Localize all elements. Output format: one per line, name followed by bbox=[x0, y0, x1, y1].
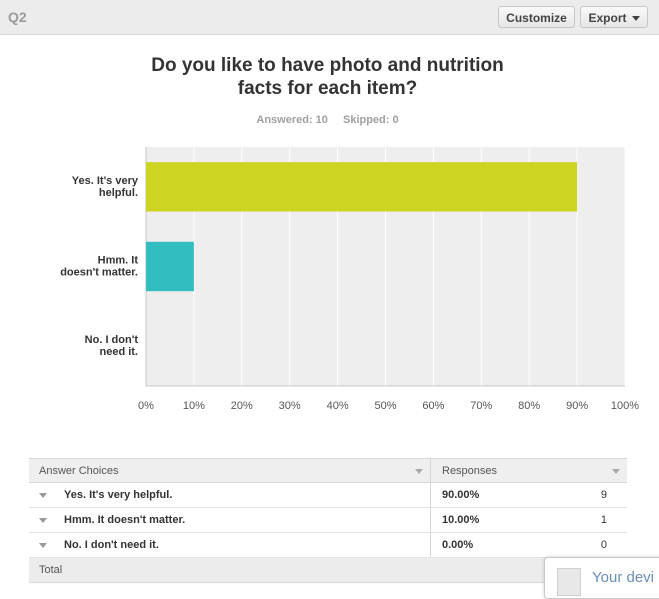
category-label-line: need it. bbox=[99, 346, 138, 358]
table-row: No. I don't need it. 0.00% 0 bbox=[29, 533, 627, 558]
response-cell: 0.00% 0 bbox=[432, 533, 627, 557]
answer-choices-header[interactable]: Answer Choices bbox=[29, 459, 431, 482]
x-tick-label: 100% bbox=[611, 400, 639, 412]
bar-chart: 0% 10% 20% 30% 40% 50% 60% 70% 80% 90% 100% Yes. It… bbox=[60, 147, 639, 412]
sort-icon[interactable] bbox=[612, 469, 620, 474]
table-total-row: Total 10 bbox=[29, 558, 627, 583]
x-tick-label: 80% bbox=[518, 400, 540, 412]
choice-cell: Yes. It's very helpful. bbox=[29, 483, 431, 507]
choice-cell: Hmm. It doesn't matter. bbox=[29, 508, 431, 532]
category-label-line: No. I don't bbox=[85, 334, 139, 346]
response-percent: 10.00% bbox=[442, 514, 480, 526]
export-label: Export bbox=[588, 11, 627, 25]
chevron-down-icon[interactable] bbox=[39, 493, 47, 498]
table-header: Answer Choices Responses bbox=[29, 458, 627, 483]
question-toolbar: Q2 Customize Export bbox=[0, 0, 659, 35]
notification-text: Your devi bbox=[592, 569, 654, 586]
x-tick-label: 10% bbox=[183, 400, 205, 412]
category-label-line: Hmm. It bbox=[98, 255, 139, 267]
responses-table: Answer Choices Responses Yes. It's very … bbox=[29, 458, 627, 583]
chart-title-line: facts for each item? bbox=[237, 78, 418, 99]
device-icon bbox=[557, 568, 581, 596]
total-label: Total bbox=[39, 564, 63, 576]
x-tick-label: 20% bbox=[231, 400, 253, 412]
x-tick-label: 30% bbox=[279, 400, 301, 412]
chevron-down-icon bbox=[631, 16, 640, 22]
answered-count: Answered: 10 bbox=[256, 114, 328, 126]
response-cell: 90.00% 9 bbox=[432, 483, 627, 507]
bar bbox=[146, 241, 194, 292]
export-button[interactable]: Export bbox=[580, 6, 648, 28]
category-label-line: doesn't matter. bbox=[60, 267, 138, 279]
choice-label: Hmm. It doesn't matter. bbox=[64, 514, 186, 526]
responses-header[interactable]: Responses bbox=[432, 459, 627, 482]
chart-title: Do you like to have photo and nutrition f… bbox=[0, 54, 655, 100]
choice-label: No. I don't need it. bbox=[64, 539, 159, 551]
question-number: Q2 bbox=[8, 9, 27, 25]
x-tick-label: 60% bbox=[422, 400, 444, 412]
table-row: Yes. It's very helpful. 90.00% 9 bbox=[29, 483, 627, 508]
x-tick-label: 70% bbox=[470, 400, 492, 412]
category-label: Yes. It's very helpful. bbox=[72, 175, 139, 199]
response-count: 0 bbox=[600, 539, 607, 551]
x-tick-label: 50% bbox=[374, 400, 396, 412]
category-label-line: helpful. bbox=[99, 187, 138, 199]
x-tick-label: 0% bbox=[138, 400, 154, 412]
response-percent: 90.00% bbox=[442, 489, 480, 501]
bar bbox=[146, 162, 578, 212]
category-label-line: Yes. It's very bbox=[72, 175, 139, 187]
response-cell: 10.00% 1 bbox=[432, 508, 627, 532]
responses-header-label: Responses bbox=[442, 465, 498, 477]
choice-label: Yes. It's very helpful. bbox=[64, 489, 173, 501]
skipped-count: Skipped: 0 bbox=[342, 114, 399, 126]
response-percent: 0.00% bbox=[442, 539, 474, 551]
customize-button[interactable]: Customize bbox=[498, 6, 575, 28]
response-count: 1 bbox=[600, 514, 607, 526]
response-stats: Answered: 10 Skipped: 0 bbox=[0, 114, 655, 126]
chart-title-line: Do you like to have photo and nutrition bbox=[151, 55, 504, 76]
device-notification-popup[interactable]: Your devi bbox=[544, 557, 659, 599]
chevron-down-icon[interactable] bbox=[39, 518, 47, 523]
chevron-down-icon[interactable] bbox=[39, 543, 47, 548]
response-count: 9 bbox=[600, 489, 607, 501]
table-row: Hmm. It doesn't matter. 10.00% 1 bbox=[29, 508, 627, 533]
choice-cell: No. I don't need it. bbox=[29, 533, 431, 557]
category-label: No. I don't need it. bbox=[85, 334, 139, 358]
category-label: Hmm. It doesn't matter. bbox=[60, 255, 138, 279]
x-tick-label: 90% bbox=[566, 400, 588, 412]
answer-choices-header-label: Answer Choices bbox=[39, 465, 119, 477]
x-tick-label: 40% bbox=[327, 400, 349, 412]
sort-icon[interactable] bbox=[415, 469, 423, 474]
